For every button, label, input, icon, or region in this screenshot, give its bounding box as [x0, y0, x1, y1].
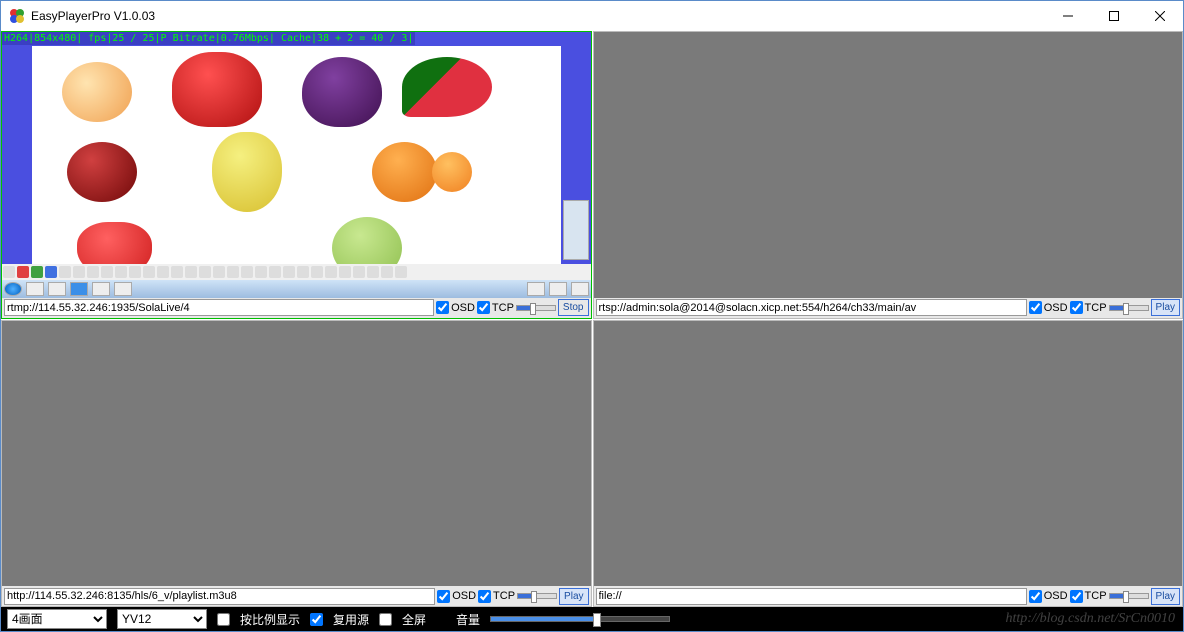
panel-controls-0: OSD TCP Stop — [2, 298, 591, 318]
osd-label: OSD — [451, 302, 475, 314]
volume-slider[interactable] — [490, 616, 670, 622]
video-panel-1[interactable]: OSD TCP Play — [593, 31, 1184, 319]
tcp-checkbox-0[interactable] — [477, 301, 490, 314]
video-panel-0[interactable]: H264|854x480| fps|25 / 25|P Bitrate|0.76… — [1, 31, 592, 319]
app-icon — [9, 8, 25, 24]
tcp-label: TCP — [493, 590, 515, 602]
stop-button-0[interactable]: Stop — [558, 299, 589, 316]
panel-slider-0[interactable] — [516, 305, 556, 311]
panel-controls-3: OSD TCP Play — [594, 586, 1183, 606]
volume-label: 音量 — [456, 611, 480, 628]
panel-slider-3[interactable] — [1109, 593, 1149, 599]
format-select[interactable]: YV12 — [117, 609, 207, 629]
maximize-button[interactable] — [1091, 1, 1137, 31]
play-button-3[interactable]: Play — [1151, 588, 1180, 605]
tcp-label: TCP — [1085, 302, 1107, 314]
scale-checkbox[interactable] — [217, 613, 230, 626]
app-window: EasyPlayerPro V1.0.03 — [0, 0, 1184, 632]
minimize-button[interactable] — [1045, 1, 1091, 31]
stream-info-overlay: H264|854x480| fps|25 / 25|P Bitrate|0.76… — [2, 32, 415, 45]
bottom-toolbar: 4画面 YV12 按比例显示 复用源 全屏 音量 http://blog.csd… — [1, 607, 1183, 631]
panel-slider-2[interactable] — [517, 593, 557, 599]
osd-label: OSD — [452, 590, 476, 602]
reuse-label: 复用源 — [333, 611, 369, 628]
play-button-2[interactable]: Play — [559, 588, 588, 605]
url-input-1[interactable] — [596, 299, 1027, 316]
osd-checkbox-2[interactable] — [437, 590, 450, 603]
watermark-text: http://blog.csdn.net/SrCn0010 — [1005, 611, 1175, 627]
osd-label: OSD — [1044, 590, 1068, 602]
window-title: EasyPlayerPro V1.0.03 — [31, 9, 155, 23]
close-button[interactable] — [1137, 1, 1183, 31]
url-input-3[interactable] — [596, 588, 1027, 605]
scale-label: 按比例显示 — [240, 611, 300, 628]
video-area-3[interactable] — [594, 321, 1183, 587]
video-grid: H264|854x480| fps|25 / 25|P Bitrate|0.76… — [1, 31, 1183, 607]
panel-slider-1[interactable] — [1109, 305, 1149, 311]
tcp-checkbox-3[interactable] — [1070, 590, 1083, 603]
video-area-0[interactable]: H264|854x480| fps|25 / 25|P Bitrate|0.76… — [2, 32, 591, 298]
fullscreen-label: 全屏 — [402, 611, 426, 628]
osd-label: OSD — [1044, 302, 1068, 314]
fullscreen-checkbox[interactable] — [379, 613, 392, 626]
tcp-label: TCP — [492, 302, 514, 314]
layout-select[interactable]: 4画面 — [7, 609, 107, 629]
osd-checkbox-3[interactable] — [1029, 590, 1042, 603]
osd-checkbox-1[interactable] — [1029, 301, 1042, 314]
video-area-1[interactable] — [594, 32, 1183, 298]
video-panel-3[interactable]: OSD TCP Play — [593, 320, 1184, 608]
video-area-2[interactable] — [2, 321, 591, 587]
reuse-checkbox[interactable] — [310, 613, 323, 626]
titlebar: EasyPlayerPro V1.0.03 — [1, 1, 1183, 31]
tcp-label: TCP — [1085, 590, 1107, 602]
panel-controls-1: OSD TCP Play — [594, 298, 1183, 318]
video-panel-2[interactable]: OSD TCP Play — [1, 320, 592, 608]
play-button-1[interactable]: Play — [1151, 299, 1180, 316]
url-input-0[interactable] — [4, 299, 434, 316]
panel-controls-2: OSD TCP Play — [2, 586, 591, 606]
tcp-checkbox-2[interactable] — [478, 590, 491, 603]
osd-checkbox-0[interactable] — [436, 301, 449, 314]
tcp-checkbox-1[interactable] — [1070, 301, 1083, 314]
url-input-2[interactable] — [4, 588, 435, 605]
